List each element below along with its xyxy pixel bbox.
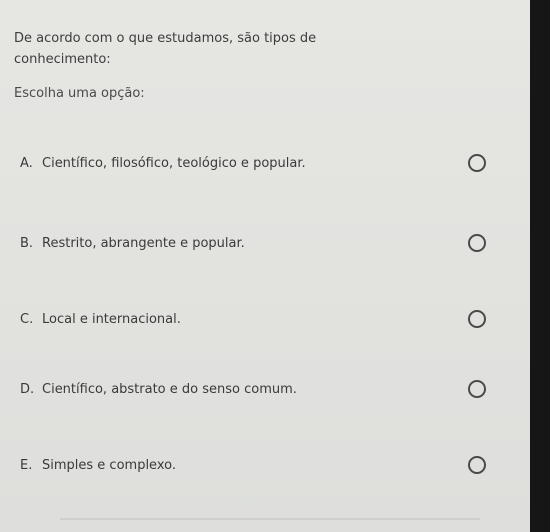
option-letter: D. [20,382,35,397]
choose-option-prompt: Escolha uma opção: [14,86,145,101]
option-label: Restrito, abrangente e popular. [42,236,245,251]
option-label: Científico, filosófico, teológico e popu… [42,156,306,171]
radio-button-c[interactable] [468,310,486,328]
option-letter: E. [20,458,33,473]
radio-button-d[interactable] [468,380,486,398]
option-letter: A. [20,156,33,171]
option-letter: B. [20,236,34,251]
question-text: De acordo com o que estudamos, são tipos… [14,31,317,67]
background-edge [530,0,550,532]
option-letter: C. [20,312,34,327]
option-b[interactable]: B. Restrito, abrangente e popular. [0,226,530,266]
option-c[interactable]: C. Local e internacional. [0,302,530,342]
option-label: Local e internacional. [42,312,181,327]
option-label: Simples e complexo. [42,458,176,473]
quiz-card: De acordo com o que estudamos, são tipos… [0,0,530,532]
option-label: Científico, abstrato e do senso comum. [42,382,297,397]
option-e[interactable]: E. Simples e complexo. [0,448,530,488]
option-a[interactable]: A. Científico, filosófico, teológico e p… [0,146,530,186]
radio-button-a[interactable] [468,154,486,172]
radio-button-b[interactable] [468,234,486,252]
divider [60,518,480,520]
option-d[interactable]: D. Científico, abstrato e do senso comum… [0,372,530,412]
radio-button-e[interactable] [468,456,486,474]
